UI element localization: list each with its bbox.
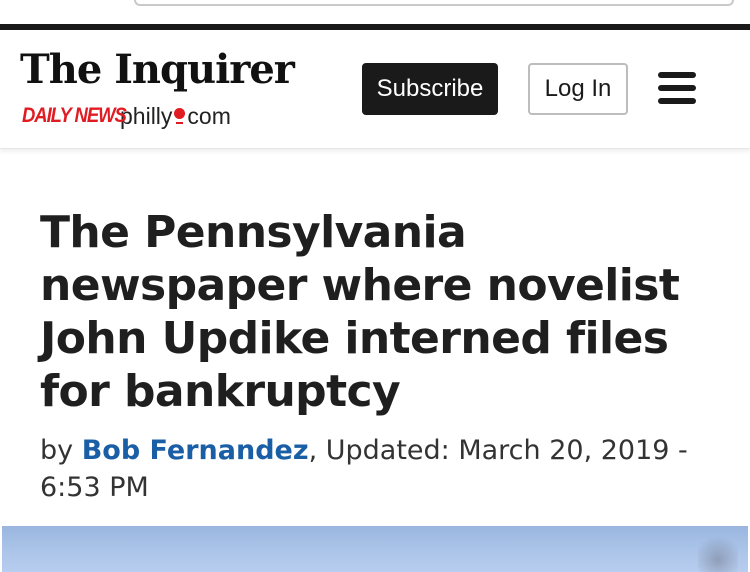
article-byline: by Bob Fernandez, Updated: March 20, 201… (40, 432, 700, 506)
daily-news-logo[interactable]: DAILY NEWS (22, 104, 127, 128)
page: The Inquirer DAILY NEWS philly com Subscr… (0, 0, 750, 572)
subscribe-button[interactable]: Subscribe (362, 63, 498, 115)
philly-com-prefix: philly (120, 102, 173, 129)
sub-brand-logos: DAILY NEWS philly com (22, 102, 231, 130)
menu-bar (658, 72, 696, 78)
philly-com-suffix: com (187, 102, 231, 129)
browser-address-strip (0, 0, 750, 24)
lead-image-photo[interactable] (2, 526, 748, 572)
location-pin-icon (174, 107, 186, 124)
address-bar-edge[interactable] (134, 0, 734, 6)
byline-prefix: by (40, 435, 82, 466)
article-headline: The Pennsylvania newspaper where novelis… (40, 207, 680, 417)
hamburger-menu-icon[interactable] (656, 70, 698, 106)
author-link[interactable]: Bob Fernandez (82, 435, 309, 466)
site-header: The Inquirer DAILY NEWS philly com Subscr… (0, 30, 750, 149)
menu-bar (658, 98, 696, 104)
inquirer-logo[interactable]: The Inquirer (20, 48, 295, 92)
login-button[interactable]: Log In (528, 63, 628, 115)
menu-bar (658, 85, 696, 91)
philly-com-logo[interactable]: philly com (120, 103, 231, 130)
lead-image (0, 524, 750, 572)
